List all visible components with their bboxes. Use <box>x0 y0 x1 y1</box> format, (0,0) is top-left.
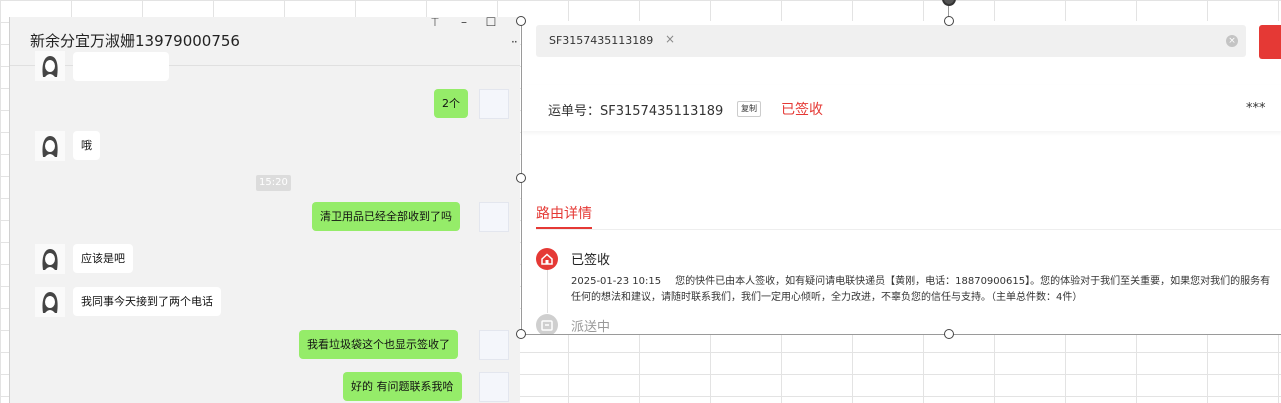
status-badge: 已签收 <box>781 102 823 118</box>
minimize-button[interactable]: – <box>455 17 473 29</box>
message-bubble-partial <box>73 52 169 81</box>
event-detail: 2025-01-23 10:15 您的快件已由本人签收，如有疑问请电联快递员【黄刚… <box>571 274 1271 306</box>
more-menu[interactable]: *** <box>1246 101 1266 116</box>
waybill-number: 运单号：SF3157435113189 <box>548 104 724 119</box>
resize-handle[interactable] <box>944 329 954 339</box>
event-time: 2025-01-23 10:15 <box>571 276 662 287</box>
pin-icon[interactable]: ⍑ <box>426 17 444 30</box>
self-avatar[interactable] <box>479 372 509 402</box>
tag-close-icon[interactable]: × <box>665 32 675 46</box>
message-bubble-sent[interactable]: 我看垃圾袋这个也显示签收了 <box>299 330 458 359</box>
self-avatar[interactable] <box>479 89 509 119</box>
waybill-summary: 运单号：SF3157435113189 复制 已签收 *** <box>522 85 1281 131</box>
copy-button[interactable]: 复制 <box>737 101 761 117</box>
message-bubble-sent[interactable]: 好的 有问题联系我哈 <box>343 372 462 401</box>
signed-home-icon <box>536 248 558 270</box>
clear-icon[interactable]: × <box>1226 35 1238 47</box>
timeline-connector <box>547 269 548 313</box>
more-icon[interactable]: ·· <box>511 35 518 49</box>
message-bubble-received[interactable]: 我同事今天接到了两个电话 <box>73 287 221 316</box>
chat-title: 新余分宜万淑姗13979000756 <box>30 32 240 50</box>
search-button[interactable] <box>1259 25 1281 59</box>
tab-route-details[interactable]: 路由详情 <box>536 203 592 223</box>
delivery-icon <box>536 314 558 334</box>
contact-avatar[interactable] <box>35 51 65 81</box>
resize-handle[interactable] <box>516 173 526 183</box>
self-avatar[interactable] <box>479 202 509 232</box>
divider <box>536 229 1281 230</box>
self-avatar[interactable] <box>479 330 509 360</box>
event-title: 派送中 <box>571 320 611 334</box>
resize-handle[interactable] <box>516 16 526 26</box>
selection-border <box>521 334 1281 335</box>
tracking-panel: SF3157435113189 × × 运单号：SF3157435113189 … <box>521 21 1281 334</box>
contact-avatar[interactable] <box>35 287 65 317</box>
resize-handle[interactable] <box>516 329 526 339</box>
event-title: 已签收 <box>571 253 611 268</box>
contact-avatar[interactable] <box>35 131 65 161</box>
message-list[interactable]: 2个 哦 15:20 清卫用品已经全部收到了吗 应该是吧 我同事今天接到了两个电… <box>10 51 520 403</box>
message-bubble-sent[interactable]: 2个 <box>434 89 468 118</box>
maximize-button[interactable]: ☐ <box>482 17 500 29</box>
search-tag: SF3157435113189 <box>549 34 654 47</box>
message-bubble-sent[interactable]: 清卫用品已经全部收到了吗 <box>312 202 460 231</box>
resize-handle[interactable] <box>944 16 954 26</box>
message-bubble-received[interactable]: 应该是吧 <box>73 244 133 273</box>
search-bar[interactable]: SF3157435113189 × × <box>536 25 1246 57</box>
contact-avatar[interactable] <box>35 244 65 274</box>
event-description: 您的快件已由本人签收，如有疑问请电联快递员【黄刚，电话：18870900615】… <box>571 276 1271 303</box>
message-bubble-received[interactable]: 哦 <box>73 131 100 160</box>
time-divider: 15:20 <box>256 175 291 191</box>
chat-window: 新余分宜万淑姗13979000756 ⍑ – ☐ ·· 2个 哦 15:20 清… <box>9 17 520 403</box>
